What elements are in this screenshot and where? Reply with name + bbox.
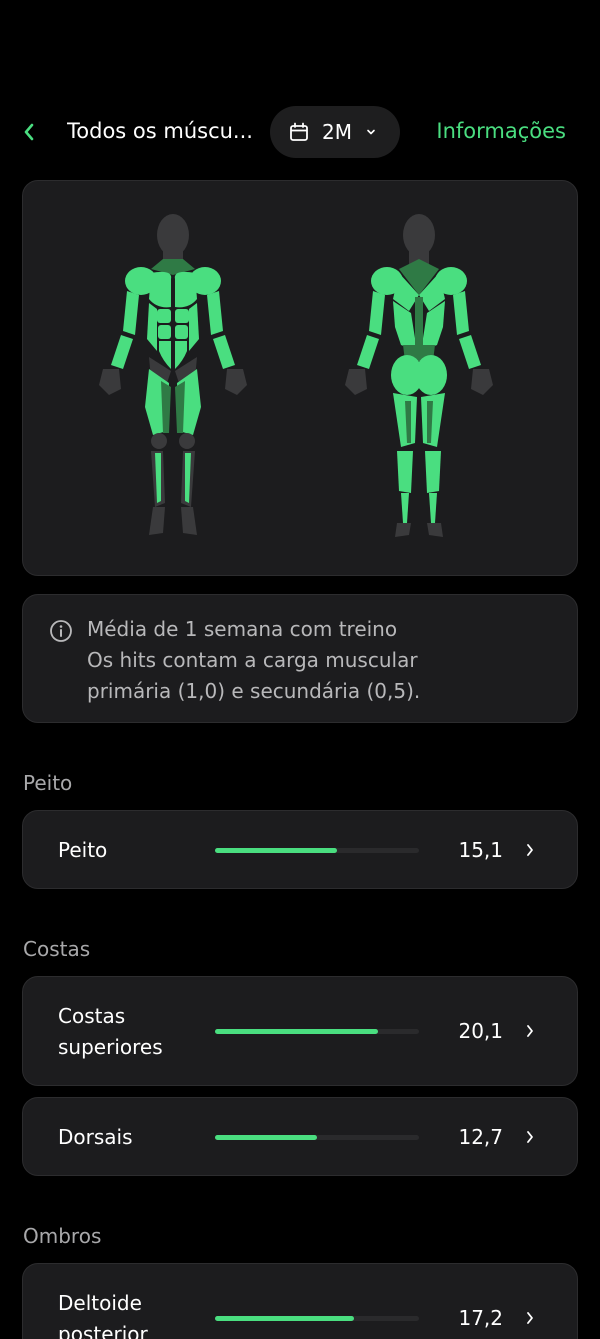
note-line-2: Os hits contam a carga muscular	[87, 648, 418, 672]
muscle-row-deltoide-posterior[interactable]: Deltoide posterior 17,2	[22, 1263, 578, 1339]
progress-bar	[215, 848, 419, 853]
muscle-label: Costas superiores	[58, 1004, 163, 1059]
muscle-value: 17,2	[458, 1306, 503, 1330]
section-title-peito: Peito	[23, 771, 73, 795]
section-title-costas: Costas	[23, 937, 91, 961]
progress-bar	[215, 1135, 419, 1140]
muscle-row-costas-superiores[interactable]: Costas superiores 20,1	[22, 976, 578, 1086]
chevron-right-icon	[527, 1131, 533, 1143]
period-label: 2M	[322, 120, 352, 144]
body-back-figure[interactable]	[337, 211, 501, 543]
chevron-right-icon	[527, 1312, 533, 1324]
back-button[interactable]	[16, 118, 42, 146]
progress-fill	[215, 1135, 317, 1140]
info-icon	[50, 620, 72, 642]
muscle-map-card	[22, 180, 578, 576]
muscle-value: 15,1	[458, 838, 503, 862]
progress-fill	[215, 1029, 379, 1034]
top-bar: Todos os múscu... 2M Informações	[0, 106, 600, 158]
progress-fill	[215, 1316, 354, 1321]
info-link[interactable]: Informações	[436, 119, 566, 143]
muscle-row-peito[interactable]: Peito 15,1	[22, 810, 578, 889]
info-note-card: Média de 1 semana com treino Os hits con…	[22, 594, 578, 723]
muscle-value: 12,7	[458, 1125, 503, 1149]
muscle-value: 20,1	[458, 1019, 503, 1043]
section-title-ombros: Ombros	[23, 1224, 102, 1248]
chevron-down-icon	[367, 129, 375, 135]
body-front-figure[interactable]	[91, 211, 255, 543]
muscle-label: Dorsais	[58, 1125, 133, 1149]
page-title: Todos os múscu...	[67, 119, 253, 143]
chevron-left-icon	[24, 123, 34, 141]
info-note-text: Média de 1 semana com treino Os hits con…	[87, 614, 420, 707]
progress-fill	[215, 848, 338, 853]
note-line-1: Média de 1 semana com treino	[87, 617, 398, 641]
progress-bar	[215, 1316, 419, 1321]
chevron-right-icon	[527, 844, 533, 856]
calendar-icon	[290, 122, 308, 141]
muscle-label: Peito	[58, 838, 108, 862]
muscle-row-dorsais[interactable]: Dorsais 12,7	[22, 1097, 578, 1176]
chevron-right-icon	[527, 1025, 533, 1037]
note-line-3: primária (1,0) e secundária (0,5).	[87, 679, 421, 703]
period-selector[interactable]: 2M	[270, 106, 400, 158]
progress-bar	[215, 1029, 419, 1034]
muscle-label: Deltoide posterior	[58, 1291, 148, 1339]
